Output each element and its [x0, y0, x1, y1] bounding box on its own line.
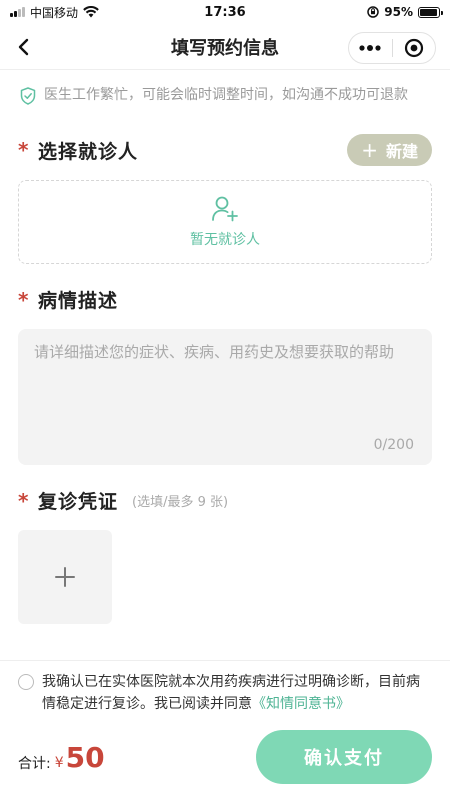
upload-image-button[interactable] [18, 530, 112, 624]
required-mark: * [18, 138, 29, 162]
battery-icon [418, 6, 443, 18]
status-bar: 中国移动 17:36 95% [0, 0, 450, 24]
consent-text: 我确认已在实体医院就本次用药疾病进行过明确诊断，目前病情稳定进行复诊。我已阅读并… [42, 674, 420, 712]
notice-banner: 医生工作繁忙，可能会临时调整时间，如沟通不成功可退款 [0, 70, 450, 106]
status-right: 95% [367, 5, 443, 19]
required-mark: * [18, 488, 29, 513]
confirm-pay-button[interactable]: 确认支付 [256, 730, 432, 784]
target-icon [404, 38, 423, 58]
back-button[interactable] [0, 24, 46, 70]
consent-text-block: 我确认已在实体医院就本次用药疾病进行过明确诊断，目前病情稳定进行复诊。我已阅读并… [42, 671, 432, 715]
new-patient-button[interactable]: + 新建 [347, 134, 432, 166]
mini-program-capsule [348, 32, 436, 64]
currency-symbol: ¥ [54, 755, 64, 771]
patient-empty-box[interactable]: 暂无就诊人 [18, 180, 432, 264]
more-button[interactable] [349, 33, 392, 63]
signal-icon [10, 7, 25, 17]
new-patient-label: 新建 [385, 142, 418, 161]
more-dots-icon [359, 45, 381, 51]
total-amount: 50 [65, 740, 105, 774]
char-counter: 0/200 [373, 437, 414, 453]
description-section-header: * 病情描述 [0, 286, 450, 313]
voucher-section-title: 复诊凭证 [38, 491, 119, 513]
wifi-icon [83, 6, 99, 18]
orientation-lock-icon [367, 6, 380, 18]
description-section-title: 病情描述 [38, 290, 119, 312]
patient-section-header: * 选择就诊人 + 新建 [0, 134, 450, 166]
total-label: 合计: [18, 756, 51, 772]
add-user-icon [212, 196, 238, 222]
plus-icon: + [361, 138, 378, 162]
description-placeholder: 请详细描述您的症状、疾病、用药史及想要获取的帮助 [34, 343, 395, 361]
plus-icon [55, 567, 75, 587]
consent-link[interactable]: 《知情同意书》 [252, 696, 350, 712]
carrier-name: 中国移动 [30, 5, 79, 20]
checkout-footer: 合计: ¥ 50 确认支付 [0, 714, 450, 800]
close-mini-program-button[interactable] [393, 33, 436, 63]
nav-bar: 填写预约信息 [0, 24, 450, 70]
consent-radio[interactable] [18, 674, 34, 690]
required-mark: * [18, 287, 29, 312]
shield-check-icon [20, 87, 36, 105]
patient-section-title: 选择就诊人 [38, 140, 139, 163]
empty-patient-text: 暂无就诊人 [190, 232, 260, 248]
chevron-left-icon [18, 38, 29, 55]
voucher-hint: (选填/最多 9 张) [132, 495, 229, 510]
description-textarea[interactable]: 请详细描述您的症状、疾病、用药史及想要获取的帮助 0/200 [18, 329, 432, 465]
battery-percent: 95% [384, 5, 413, 19]
consent-row: 我确认已在实体医院就本次用药疾病进行过明确诊断，目前病情稳定进行复诊。我已阅读并… [0, 660, 450, 715]
status-left: 中国移动 [10, 4, 99, 21]
voucher-section-header: * 复诊凭证 (选填/最多 9 张) [0, 487, 450, 514]
notice-text: 医生工作繁忙，可能会临时调整时间，如沟通不成功可退款 [44, 87, 408, 103]
